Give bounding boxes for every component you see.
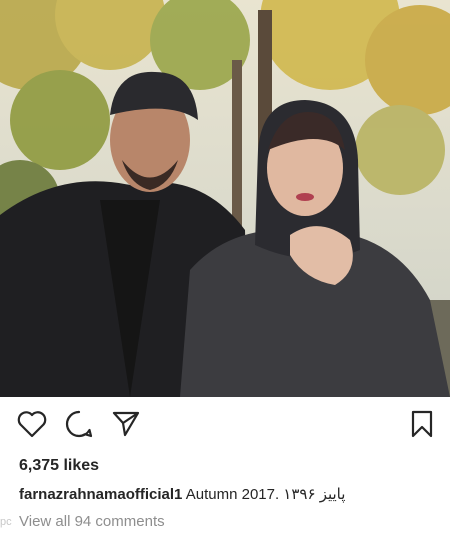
likes-count[interactable]: 6,375 likes <box>19 457 99 475</box>
view-comments-link[interactable]: View all 94 comments <box>19 513 165 530</box>
paper-plane-icon[interactable] <box>108 406 144 442</box>
watermark: pc <box>0 516 12 528</box>
post-photo[interactable] <box>0 0 450 397</box>
caption-username[interactable]: farnazrahnamaofficial1 <box>19 486 182 503</box>
bookmark-icon[interactable] <box>404 406 440 442</box>
comment-bubble-icon[interactable] <box>61 406 97 442</box>
heart-icon[interactable] <box>14 406 50 442</box>
caption-text: Autumn 2017. ۱۳۹۶ پاییز <box>185 486 346 503</box>
action-bar <box>0 406 450 446</box>
caption: farnazrahnamaofficial1 Autumn 2017. ۱۳۹۶… <box>19 485 345 503</box>
